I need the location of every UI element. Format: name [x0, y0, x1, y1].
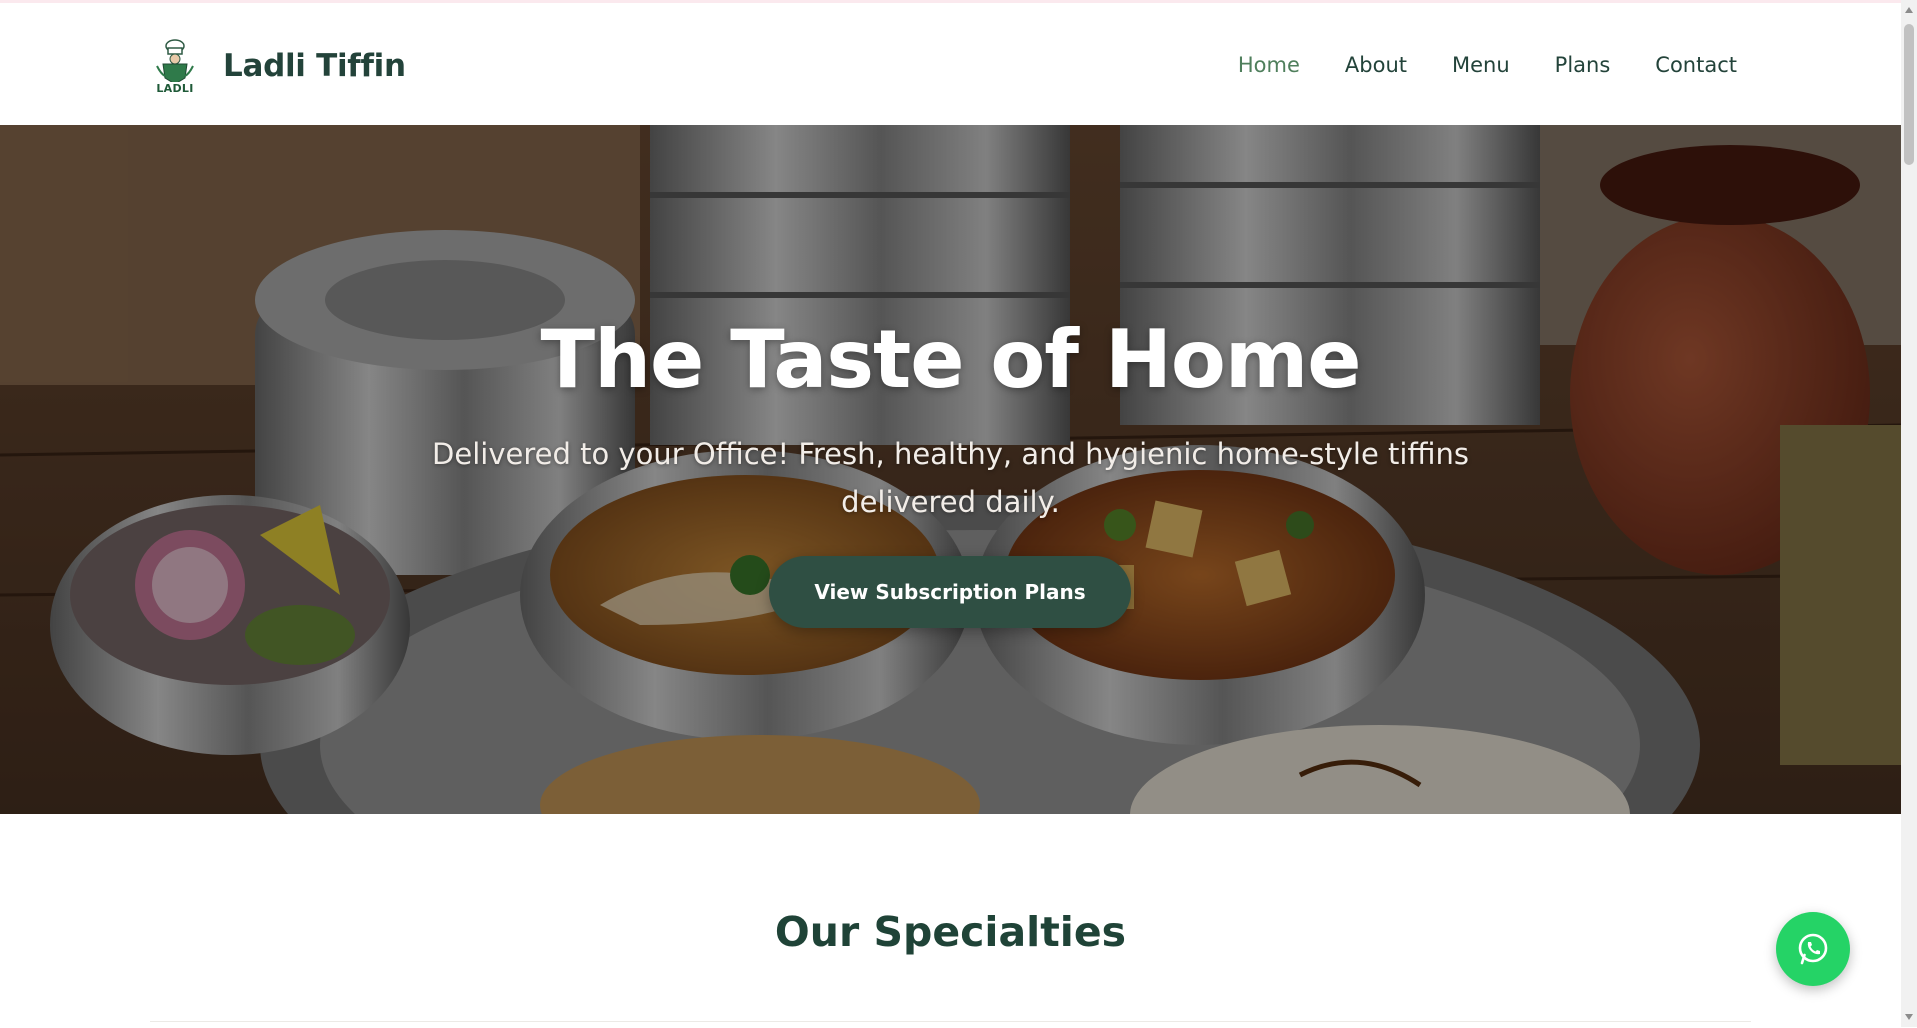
- view-plans-button[interactable]: View Subscription Plans: [769, 556, 1131, 628]
- whatsapp-button[interactable]: [1776, 912, 1850, 986]
- hero-section: The Taste of Home Delivered to your Offi…: [0, 125, 1901, 814]
- nav-home[interactable]: Home: [1238, 53, 1300, 77]
- hero-subtitle: Delivered to your Office! Fresh, healthy…: [432, 437, 1469, 519]
- chef-crest-icon: LADLI: [151, 38, 199, 95]
- logo-text: LADLI: [156, 82, 194, 95]
- scroll-up-arrow[interactable]: [1905, 7, 1913, 13]
- page-scrollbar[interactable]: [1901, 0, 1917, 1027]
- brand[interactable]: LADLI Ladli Tiffin: [151, 36, 406, 96]
- site-header: LADLI Ladli Tiffin Home About Menu Plans…: [0, 3, 1901, 125]
- nav-plans[interactable]: Plans: [1555, 53, 1611, 77]
- nav-menu[interactable]: Menu: [1452, 53, 1510, 77]
- nav-contact[interactable]: Contact: [1655, 53, 1737, 77]
- scroll-down-arrow[interactable]: [1905, 1014, 1913, 1020]
- scroll-thumb[interactable]: [1904, 24, 1914, 165]
- nav-about[interactable]: About: [1345, 53, 1407, 77]
- specialties-title: Our Specialties: [774, 908, 1127, 956]
- hero-title: The Taste of Home: [540, 313, 1362, 406]
- brand-name: Ladli Tiffin: [223, 48, 406, 84]
- main-nav: Home About Menu Plans Contact: [1238, 53, 1737, 77]
- whatsapp-icon: [1798, 933, 1828, 965]
